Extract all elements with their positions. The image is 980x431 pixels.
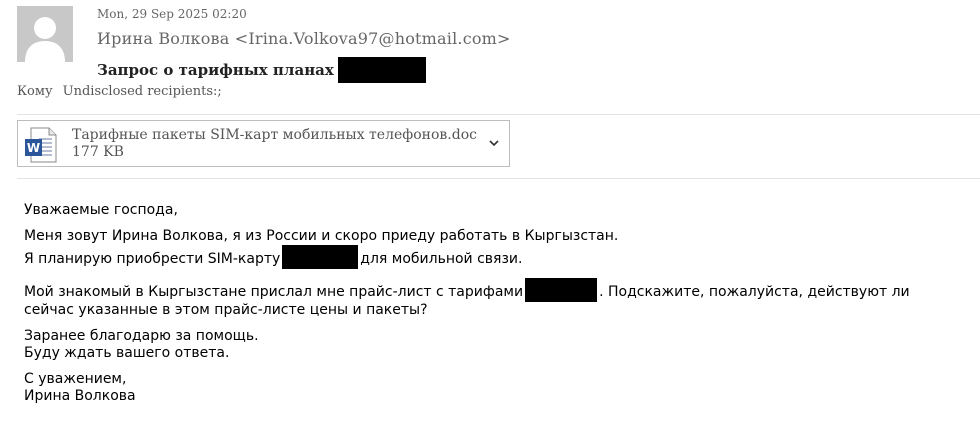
attachment-size: 177 KB	[72, 144, 124, 160]
recipients-row: Кому Undisclosed recipients:;	[17, 84, 222, 99]
default-user-icon	[17, 6, 73, 62]
question-line-1-start: Мой знакомый в Кыргызстане прислал мне п…	[24, 284, 524, 300]
to-label: Кому	[17, 84, 53, 99]
thanks-line-1: Заранее благодарю за помощь.	[24, 328, 259, 344]
sim-operator-redaction	[282, 245, 359, 269]
subject-text: Запрос о тарифных планах	[97, 61, 334, 79]
closing: С уважением,	[24, 371, 127, 387]
tariff-operator-redaction	[525, 278, 598, 302]
greeting: Уважаемые господа,	[24, 202, 178, 218]
email-date: Mon, 29 Sep 2025 02:20	[97, 7, 247, 21]
intro-line-2-end: для мобильной связи.	[360, 251, 523, 267]
intro-line-1: Меня зовут Ирина Волкова, я из России и …	[24, 228, 619, 244]
word-document-icon: W	[25, 127, 57, 163]
to-value: Undisclosed recipients:;	[62, 84, 222, 99]
attachment-filename: Тарифные пакеты SIM-карт мобильных телеф…	[72, 127, 477, 143]
email-subject: Запрос о тарифных планах	[97, 57, 426, 83]
attachment-card[interactable]: W Тарифные пакеты SIM-карт мобильных тел…	[17, 120, 510, 167]
email-body: Уважаемые господа, Меня зовут Ирина Волк…	[24, 202, 980, 414]
attachment-divider	[17, 178, 980, 179]
thanks-line-2: Буду ждать вашего ответа.	[24, 345, 230, 361]
paragraph-intro: Меня зовут Ирина Волкова, я из России и …	[24, 228, 980, 269]
intro-line-2-start: Я планирую приобрести SIM-карту	[24, 251, 281, 267]
signature-block: С уважением, Ирина Волкова	[24, 371, 980, 405]
paragraph-thanks: Заранее благодарю за помощь. Буду ждать …	[24, 328, 980, 362]
question-line-1-end: . Подскажите, пожалуйста, действуют ли	[599, 284, 910, 300]
question-line-2: сейчас указанные в этом прайс-листе цены…	[24, 302, 428, 318]
chevron-down-icon[interactable]	[487, 136, 501, 150]
svg-text:W: W	[27, 141, 40, 155]
signature-name: Ирина Волкова	[24, 388, 136, 404]
sender-avatar	[17, 6, 73, 62]
sender-address[interactable]: Ирина Волкова <Irina.Volkova97@hotmail.c…	[97, 29, 511, 48]
subject-redaction	[337, 57, 426, 83]
header-divider	[17, 114, 980, 115]
paragraph-question: Мой знакомый в Кыргызстане прислал мне п…	[24, 278, 980, 319]
